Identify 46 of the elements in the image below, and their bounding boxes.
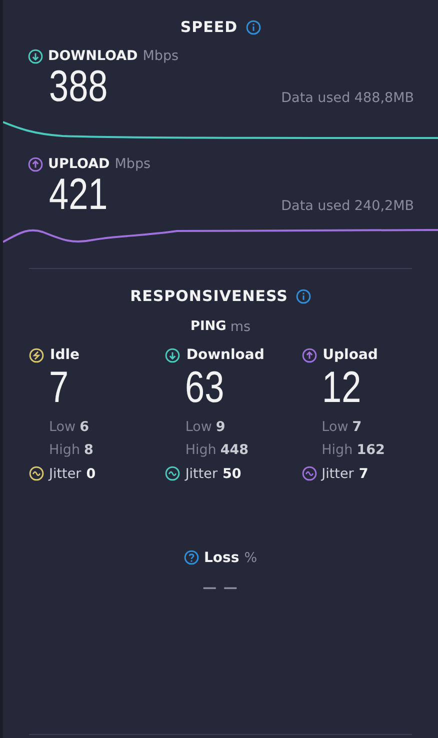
speed-value: 421 xyxy=(49,172,108,218)
wave-circle-icon xyxy=(29,466,44,482)
jitter-label: Jitter xyxy=(49,466,82,482)
jitter-label: Jitter xyxy=(322,466,354,482)
ping-value: 7 xyxy=(49,365,69,412)
jitter-value: 0 xyxy=(86,466,96,482)
low-label: Low xyxy=(322,418,348,435)
info-icon[interactable] xyxy=(296,288,311,304)
ping-value: 63 xyxy=(185,365,224,412)
jitter-value: 50 xyxy=(222,466,242,482)
unit-label: Mbps xyxy=(142,48,179,64)
ping-label: PING xyxy=(190,319,226,336)
high-label: High xyxy=(49,442,80,458)
high-label: High xyxy=(322,442,353,458)
jitter-value: 7 xyxy=(358,466,368,482)
metric-label: Download xyxy=(186,347,264,364)
metric-label: Upload xyxy=(322,347,378,364)
unit-label: ms xyxy=(230,319,251,336)
high-value: 8 xyxy=(84,442,94,458)
low-value: 6 xyxy=(80,418,89,435)
jitter-label: Jitter xyxy=(185,466,218,482)
high-value: 162 xyxy=(356,442,385,458)
section-title: RESPONSIVENESS xyxy=(130,287,288,306)
unit-label: Mbps xyxy=(114,156,151,172)
section-title: SPEED xyxy=(180,18,238,36)
low-label: Low xyxy=(185,418,212,435)
wave-circle-icon xyxy=(302,466,317,482)
loss-value: — — xyxy=(202,580,238,596)
help-icon[interactable] xyxy=(184,550,199,566)
unit-label: % xyxy=(244,550,258,566)
data-used-text: Data used 488,8MB xyxy=(281,90,414,106)
loss-label: Loss xyxy=(204,550,240,566)
test-label: DOWNLOAD xyxy=(48,48,138,64)
high-label: High xyxy=(185,442,216,458)
low-label: Low xyxy=(49,418,76,435)
data-used-text: Data used 240,2MB xyxy=(281,198,414,214)
info-icon[interactable] xyxy=(246,20,261,34)
wave-circle-icon xyxy=(165,466,180,482)
test-label: UPLOAD xyxy=(48,156,110,172)
low-value: 9 xyxy=(216,418,226,435)
ping-value: 12 xyxy=(322,365,361,412)
metric-label: Idle xyxy=(50,347,80,364)
high-value: 448 xyxy=(220,442,249,458)
low-value: 7 xyxy=(352,418,362,435)
speed-value: 388 xyxy=(49,64,108,110)
bolt-circle-icon xyxy=(29,348,44,363)
